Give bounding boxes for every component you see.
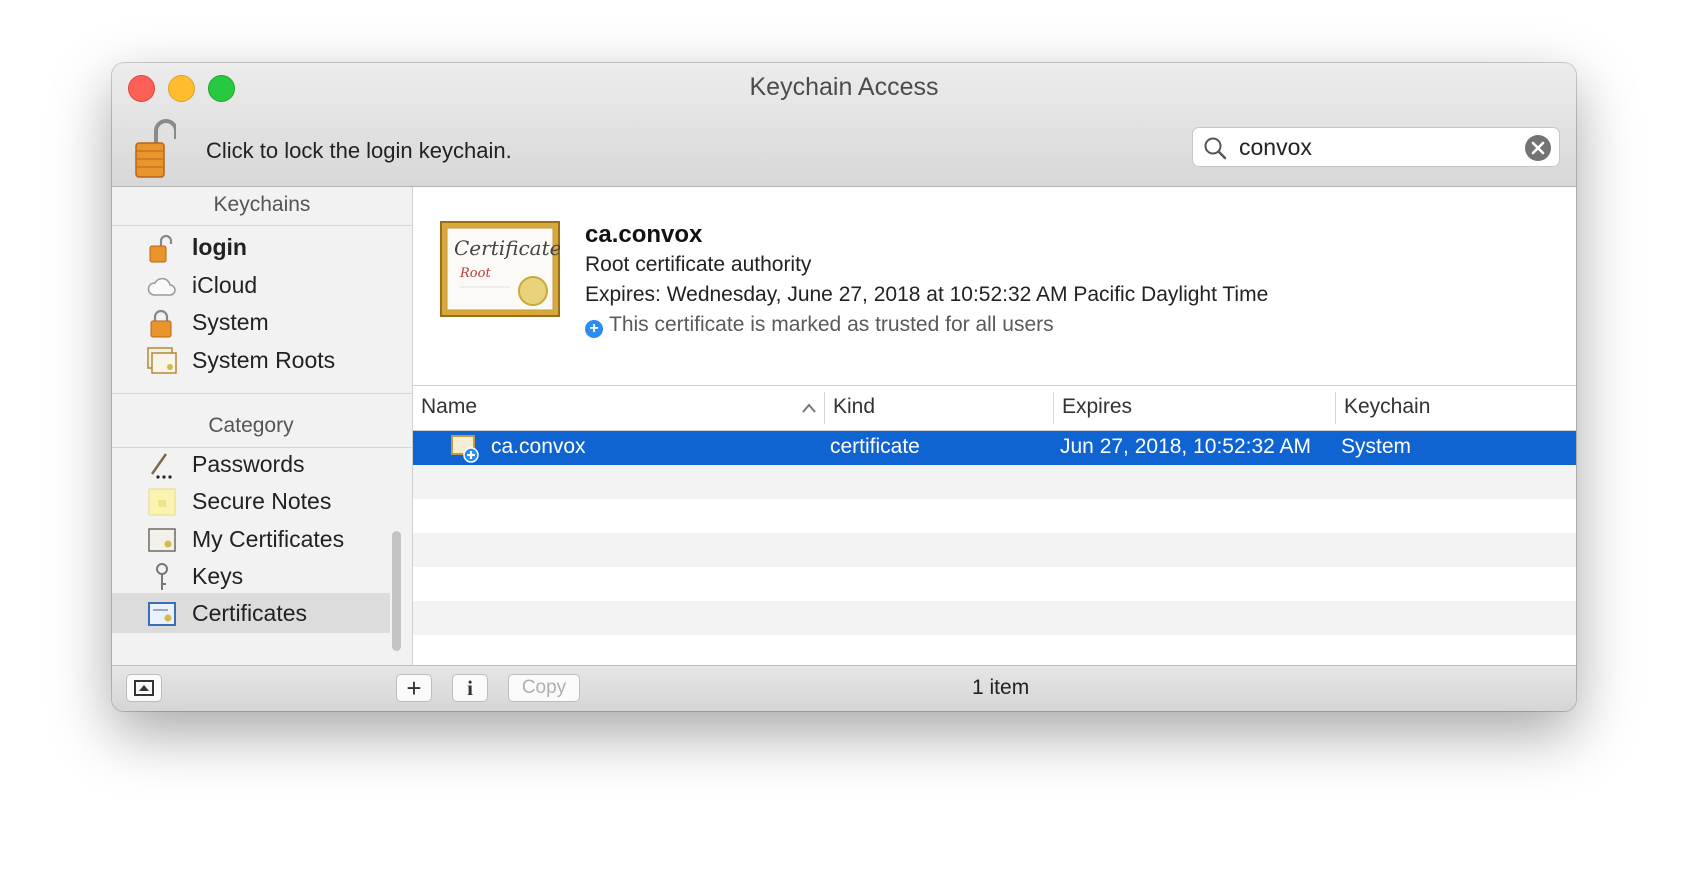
titlebar: Keychain Access Click to lock the login … — [112, 63, 1576, 187]
sidebar-item-keys[interactable]: Keys — [112, 556, 390, 596]
sidebar-item-login[interactable]: login — [112, 227, 390, 267]
sidebar-item-label: Keys — [192, 563, 244, 589]
toggle-sidebar-button[interactable] — [126, 674, 162, 702]
root-certificate-icon: Certificate Root — [440, 221, 560, 317]
keychain-access-window: Keychain Access Click to lock the login … — [112, 63, 1576, 711]
sidebar-divider — [112, 393, 412, 394]
sidebar-item-certificates[interactable]: Certificates — [112, 593, 390, 633]
sidebar-item-label: System — [192, 309, 269, 335]
table-row-empty — [413, 499, 1576, 533]
sidebar-item-label: My Certificates — [192, 526, 345, 552]
cell-expires: Jun 27, 2018, 10:52:32 AM — [1060, 435, 1312, 458]
padlock-icon — [150, 309, 172, 338]
table-header: Name Kind Expires Keychain — [413, 386, 1576, 431]
sidebar-item-label: iCloud — [192, 272, 258, 298]
column-header-kind[interactable]: Kind — [833, 395, 875, 419]
sidebar-item-label: System Roots — [192, 347, 336, 373]
keychains-header: Keychains — [213, 193, 311, 216]
trusted-plus-icon: + — [585, 320, 603, 338]
sidebar-item-icloud[interactable]: iCloud — [112, 265, 390, 305]
sidebar-item-label: Secure Notes — [192, 488, 332, 514]
sort-ascending-icon[interactable] — [801, 402, 817, 414]
column-header-keychain[interactable]: Keychain — [1344, 395, 1430, 419]
password-pen-icon — [150, 453, 172, 479]
add-item-button[interactable]: + — [396, 674, 432, 702]
certificate-expiry: Expires: Wednesday, June 27, 2018 at 10:… — [585, 283, 1269, 306]
search-field[interactable] — [1192, 127, 1560, 167]
trust-status: + This certificate is marked as trusted f… — [585, 313, 1054, 338]
secure-note-icon — [148, 488, 176, 516]
column-separator — [1053, 392, 1054, 424]
trust-status-text: This certificate is marked as trusted fo… — [609, 313, 1054, 336]
cloud-icon — [147, 277, 176, 296]
table-row-empty — [413, 465, 1576, 499]
certificate-type: Root certificate authority — [585, 253, 812, 276]
column-separator — [1335, 392, 1336, 424]
magnifying-glass-icon — [1204, 137, 1227, 160]
certificate-root-label: Root — [459, 266, 491, 281]
column-header-expires[interactable]: Expires — [1062, 395, 1132, 419]
table-row-empty — [413, 601, 1576, 635]
key-icon — [156, 563, 168, 590]
certificate-script: Certificate — [454, 236, 560, 260]
clear-search-icon[interactable] — [1525, 135, 1551, 161]
unlocked-padlock-icon — [149, 234, 173, 263]
sidebar: Keychains login iCloud System System Roo… — [112, 187, 413, 665]
column-separator — [824, 392, 825, 424]
root-certificate-small-icon — [451, 435, 479, 463]
certificates-stack-icon — [147, 347, 177, 374]
items-table: Name Kind Expires Keychain ca.convox cer… — [413, 386, 1576, 665]
certificate-name: ca.convox — [585, 221, 703, 248]
table-row[interactable]: ca.convox certificate Jun 27, 2018, 10:5… — [413, 431, 1576, 465]
sidebar-item-label: login — [192, 234, 247, 260]
sidebar-toggle-icon — [134, 680, 154, 696]
sidebar-item-label: Passwords — [192, 451, 305, 477]
sidebar-item-system-roots[interactable]: System Roots — [112, 340, 390, 380]
lock-keychain-label[interactable]: Click to lock the login keychain. — [206, 138, 512, 164]
unlocked-padlock-icon[interactable] — [134, 115, 176, 179]
column-header-name[interactable]: Name — [421, 395, 477, 419]
category-header: Category — [208, 414, 294, 437]
sidebar-item-secure-notes[interactable]: Secure Notes — [112, 481, 390, 521]
table-row-empty — [413, 635, 1576, 669]
sidebar-item-passwords[interactable]: Passwords — [112, 444, 390, 484]
sidebar-item-my-certificates[interactable]: My Certificates — [112, 519, 390, 559]
sidebar-divider — [112, 225, 412, 226]
certificate-icon — [148, 602, 176, 626]
sidebar-item-label: Certificates — [192, 600, 308, 626]
cell-name: ca.convox — [491, 435, 586, 458]
bottom-bar: + i Copy 1 item — [112, 665, 1576, 711]
certificate-detail-panel: Certificate Root ca.convox Root certific… — [413, 187, 1576, 386]
cell-kind: certificate — [830, 435, 920, 458]
item-count: 1 item — [972, 676, 1030, 699]
sidebar-item-system[interactable]: System — [112, 302, 390, 342]
my-certificate-icon — [148, 528, 176, 552]
search-input[interactable] — [1239, 134, 1499, 160]
copy-button[interactable]: Copy — [508, 674, 580, 702]
get-info-button[interactable]: i — [452, 674, 488, 702]
window-title: Keychain Access — [749, 73, 939, 101]
sidebar-scrollbar[interactable] — [392, 531, 401, 651]
cell-keychain: System — [1341, 435, 1412, 458]
table-row-empty — [413, 533, 1576, 567]
table-row-empty — [413, 567, 1576, 601]
